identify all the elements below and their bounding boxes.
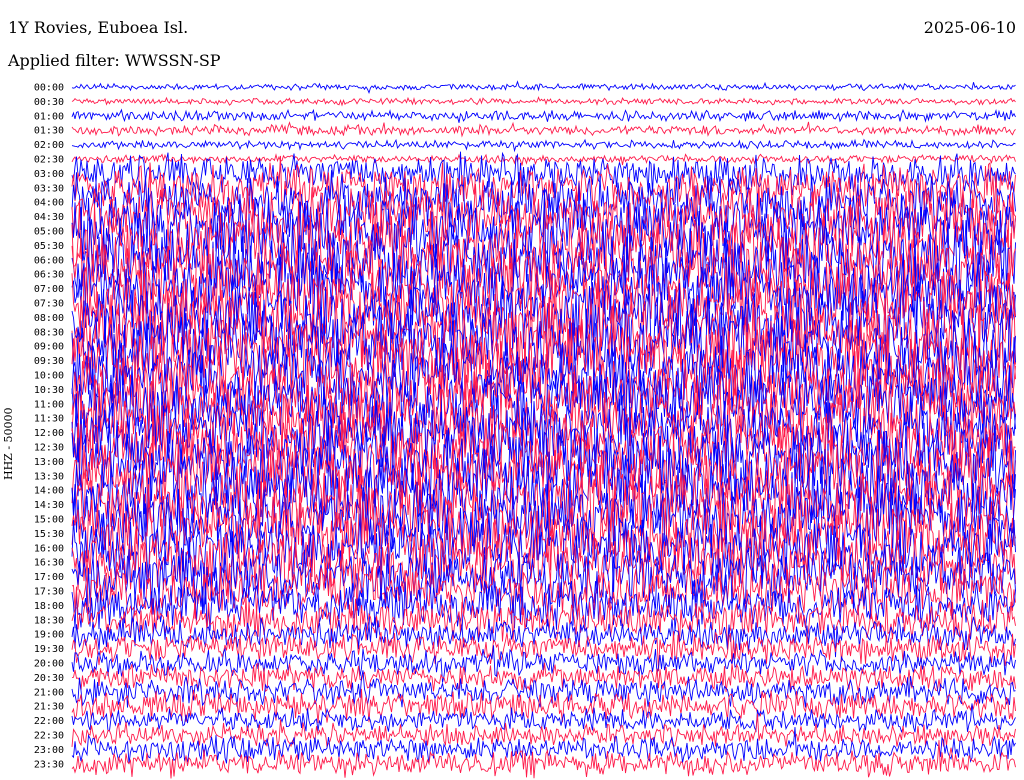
row-time-label: 06:00 bbox=[34, 255, 64, 266]
row-time-label: 15:30 bbox=[34, 529, 64, 540]
trace-row-2330 bbox=[71, 740, 1016, 779]
row-time-label: 18:30 bbox=[34, 615, 64, 626]
row-time-label: 02:00 bbox=[34, 140, 64, 151]
trace-row-2230 bbox=[71, 713, 1016, 749]
row-time-label: 04:00 bbox=[34, 198, 64, 209]
row-time-label: 12:30 bbox=[34, 443, 64, 454]
row-time-label: 09:30 bbox=[34, 356, 64, 367]
row-time-label: 12:00 bbox=[34, 428, 64, 439]
row-time-label: 00:30 bbox=[34, 97, 64, 108]
helicorder-plot-page: 1Y Rovies, Euboea Isl. Applied filter: W… bbox=[0, 0, 1024, 780]
row-time-label: 05:30 bbox=[34, 241, 64, 252]
helicorder-chart: 00:00 00:30 01:00 01:30 02:00 02:30 03:00 03:30… bbox=[34, 80, 1016, 779]
trace-row-2000 bbox=[71, 645, 1016, 683]
row-time-label: 14:30 bbox=[34, 500, 64, 511]
row-time-label: 22:00 bbox=[34, 716, 64, 727]
trace-layer bbox=[71, 80, 1016, 779]
row-time-label: 11:00 bbox=[34, 399, 64, 410]
trace-row-0100 bbox=[71, 108, 1016, 123]
row-time-label: 08:00 bbox=[34, 313, 64, 324]
row-time-label: 07:00 bbox=[34, 284, 64, 295]
trace-row-0200 bbox=[71, 138, 1016, 153]
row-time-label: 17:30 bbox=[34, 587, 64, 598]
row-time-label: 06:30 bbox=[34, 270, 64, 281]
row-time-label: 03:00 bbox=[34, 169, 64, 180]
row-time-label: 05:00 bbox=[34, 227, 64, 238]
row-time-label: 01:00 bbox=[34, 111, 64, 122]
row-time-label: 16:30 bbox=[34, 558, 64, 569]
row-time-label: 13:30 bbox=[34, 471, 64, 482]
row-time-label: 19:30 bbox=[34, 644, 64, 655]
row-time-label: 15:00 bbox=[34, 515, 64, 526]
trace-row-0130 bbox=[71, 121, 1016, 138]
row-time-label: 02:30 bbox=[34, 155, 64, 166]
row-time-label: 23:00 bbox=[34, 745, 64, 756]
row-time-label: 21:30 bbox=[34, 702, 64, 713]
tick-label-layer: 00:00 00:30 01:00 01:30 02:00 02:30 03:00 03:30… bbox=[34, 83, 64, 771]
row-time-label: 01:30 bbox=[34, 126, 64, 137]
row-time-label: 00:00 bbox=[34, 83, 64, 94]
row-time-label: 14:00 bbox=[34, 486, 64, 497]
row-time-label: 13:00 bbox=[34, 457, 64, 468]
row-time-label: 22:30 bbox=[34, 731, 64, 742]
row-time-label: 07:30 bbox=[34, 299, 64, 310]
row-time-label: 10:00 bbox=[34, 371, 64, 382]
row-time-label: 09:00 bbox=[34, 342, 64, 353]
row-time-label: 08:30 bbox=[34, 327, 64, 338]
trace-row-0000 bbox=[71, 80, 1016, 94]
row-time-label: 23:30 bbox=[34, 759, 64, 770]
row-time-label: 03:30 bbox=[34, 183, 64, 194]
row-time-label: 19:00 bbox=[34, 630, 64, 641]
row-time-label: 20:00 bbox=[34, 659, 64, 670]
trace-row-0030 bbox=[71, 96, 1016, 107]
row-time-label: 20:30 bbox=[34, 673, 64, 684]
row-time-label: 04:30 bbox=[34, 212, 64, 223]
row-time-label: 10:30 bbox=[34, 385, 64, 396]
row-time-label: 21:00 bbox=[34, 687, 64, 698]
row-time-label: 16:00 bbox=[34, 543, 64, 554]
row-time-label: 18:00 bbox=[34, 601, 64, 612]
row-time-label: 17:00 bbox=[34, 572, 64, 583]
row-time-label: 11:30 bbox=[34, 414, 64, 425]
